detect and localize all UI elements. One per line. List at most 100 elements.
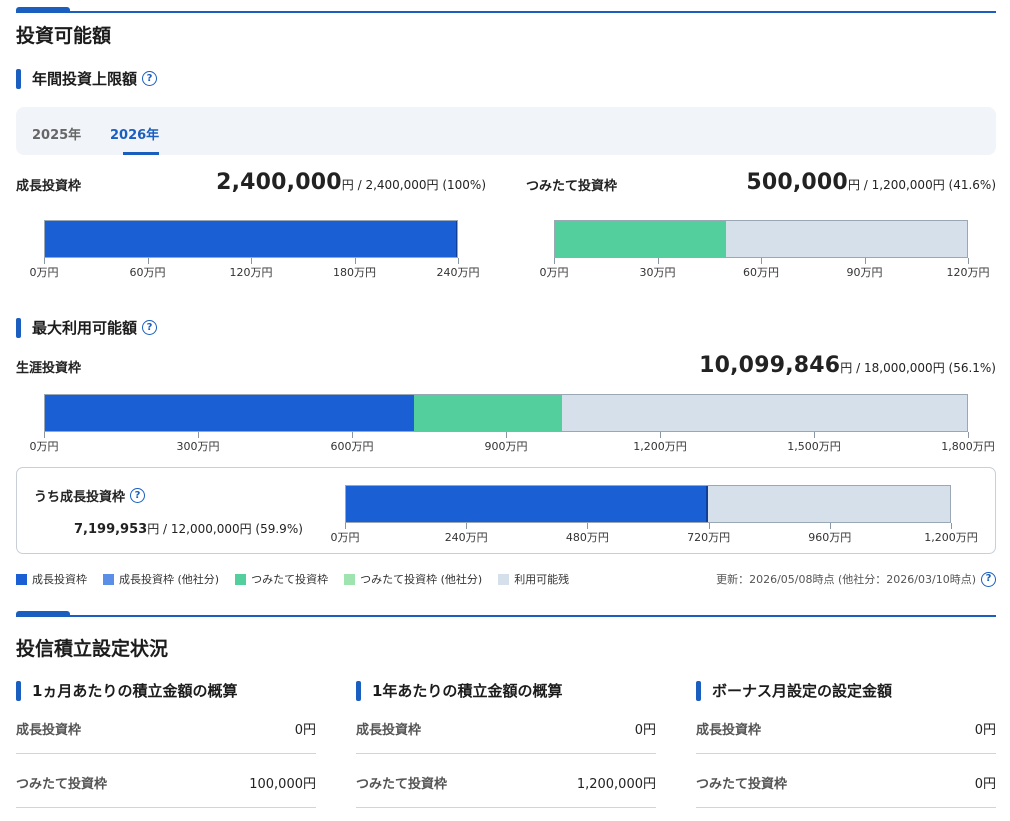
legend-swatch: [235, 573, 247, 585]
heading-accent-bar: [16, 680, 21, 701]
settings-row-value: 0円: [974, 777, 996, 792]
growth-sub-used-unit: 円: [147, 522, 160, 536]
row-divider: [696, 753, 996, 754]
heading-accent-bar: [16, 317, 21, 338]
tab-2026[interactable]: 2026年: [110, 124, 159, 143]
lifetime-gauge: [44, 394, 968, 432]
settings-row-value: 0円: [634, 723, 656, 738]
section-title-settings: 投信積立設定状況: [16, 638, 169, 660]
legend-label: 利用可能残: [514, 573, 570, 586]
legend-label: つみたて投資枠: [251, 573, 329, 586]
tsumitate-used-unit: 円: [847, 178, 860, 192]
tick-label: 0万円: [539, 266, 569, 279]
heading-accent-bar: [696, 680, 701, 701]
tick-label: 0万円: [29, 440, 59, 453]
max-usable-heading: 最大利用可能額 ?: [16, 317, 158, 338]
gauge-legend: 成長投資枠 成長投資枠 (他社分) つみたて投資枠 つみたて投資枠 (他社分) 利用可能…: [16, 571, 585, 587]
gauge-used-growth: [345, 485, 708, 523]
settings-card-heading: ボーナス月設定の設定金額: [696, 680, 892, 701]
tick-label: 60万円: [743, 266, 779, 279]
tick-label: 1,800万円: [941, 440, 995, 453]
help-icon[interactable]: ?: [142, 320, 158, 335]
legend-item: つみたて投資枠 (他社分): [344, 571, 482, 587]
tick-label: 600万円: [330, 440, 374, 453]
tsumitate-annual-gauge: [554, 220, 968, 258]
gauge-used-growth: [44, 394, 414, 432]
active-tab-underline: [123, 152, 159, 155]
lifetime-frame-amount: 10,099,846円 / 18,000,000円 (56.1%): [699, 353, 996, 378]
year-tabs: 2025年 2026年: [16, 107, 996, 155]
tsumitate-frame-label: つみたて投資枠: [526, 179, 618, 194]
growth-used-unit: 円: [341, 178, 354, 192]
legend-swatch: [16, 573, 27, 585]
lifetime-used-unit: 円: [840, 361, 853, 375]
settings-row-value: 0円: [974, 723, 996, 738]
tick-label: 240万円: [444, 531, 488, 544]
legend-item: 成長投資枠: [16, 571, 87, 587]
tsumitate-used-amount: 500,000: [746, 170, 848, 195]
tick-label: 1,200万円: [924, 531, 978, 544]
row-divider: [16, 753, 316, 754]
legend-swatch: [103, 573, 114, 585]
growth-annual-gauge: [44, 220, 458, 258]
legend-swatch: [498, 573, 510, 585]
max-usable-title: 最大利用可能額: [32, 319, 138, 337]
row-divider: [356, 807, 656, 808]
heading-accent-bar: [356, 680, 361, 701]
growth-sub-gauge: [345, 485, 951, 523]
legend-swatch: [344, 573, 356, 585]
section-rule: [16, 615, 996, 617]
annual-limit-heading: 年間投資上限額 ?: [16, 68, 158, 89]
row-divider: [696, 807, 996, 808]
row-divider: [16, 807, 316, 808]
heading-accent-bar: [16, 68, 21, 89]
annual-limit-title: 年間投資上限額: [32, 70, 138, 88]
update-text: 更新：2026/05/08時点 (他社分：2026/03/10時点): [716, 573, 976, 586]
growth-sub-amount: 7,199,953円 / 12,000,000円 (59.9%): [74, 520, 303, 537]
tick-label: 120万円: [229, 266, 273, 279]
legend-label: 成長投資枠 (他社分): [119, 573, 220, 586]
legend-label: つみたて投資枠 (他社分): [360, 573, 483, 586]
tick-label: 180万円: [333, 266, 376, 279]
tick-label: 90万円: [846, 266, 883, 279]
tick-label: 30万円: [639, 266, 676, 279]
legend-item: つみたて投資枠: [235, 571, 328, 587]
gauge-used-growth: [44, 220, 458, 258]
growth-sub-used-amount: 7,199,953: [74, 522, 148, 537]
help-icon[interactable]: ?: [142, 71, 158, 86]
legend-label: 成長投資枠: [32, 573, 87, 586]
help-icon[interactable]: ?: [981, 571, 996, 587]
growth-sub-heading: うち成長投資枠 ?: [34, 486, 146, 505]
growth-limit-detail: / 2,400,000円 (100%): [353, 178, 486, 192]
tick-label: 0万円: [29, 266, 59, 279]
growth-frame-amount: 2,400,000円 / 2,400,000円 (100%): [216, 170, 486, 195]
lifetime-limit-detail: / 18,000,000円 (56.1%): [852, 361, 996, 375]
tick-label: 480万円: [565, 531, 609, 544]
growth-sub-label: うち成長投資枠: [34, 490, 126, 505]
tick-label: 0万円: [330, 531, 360, 544]
tick-label: 720万円: [687, 531, 731, 544]
help-icon[interactable]: ?: [130, 488, 146, 503]
settings-row-value: 1,200,000円: [576, 777, 656, 792]
tick-label: 960万円: [808, 531, 852, 544]
settings-card-title: 1ヵ月あたりの積立金額の概算: [32, 682, 238, 700]
row-divider: [356, 753, 656, 754]
settings-card-heading: 1年あたりの積立金額の概算: [356, 680, 562, 701]
legend-item: 成長投資枠 (他社分): [103, 571, 219, 587]
settings-card-title: 1年あたりの積立金額の概算: [372, 682, 563, 700]
lifetime-used-amount: 10,099,846: [699, 353, 841, 378]
tab-2025[interactable]: 2025年: [32, 124, 81, 143]
gauge-used-tsumitate: [413, 394, 563, 432]
tick-label: 300万円: [176, 440, 220, 453]
settings-row-value: 0円: [294, 723, 316, 738]
growth-sub-limit-detail: / 12,000,000円 (59.9%): [159, 522, 303, 536]
growth-frame-label: 成長投資枠: [16, 179, 82, 194]
tick-label: 900万円: [484, 440, 528, 453]
settings-card-heading: 1ヵ月あたりの積立金額の概算: [16, 680, 237, 701]
settings-card-title: ボーナス月設定の設定金額: [712, 682, 893, 700]
tsumitate-limit-detail: / 1,200,000円 (41.6%): [859, 178, 996, 192]
tick-label: 1,500万円: [787, 440, 841, 453]
tick-label: 120万円: [946, 266, 990, 279]
update-info: 更新：2026/05/08時点 (他社分：2026/03/10時点) ?: [716, 571, 996, 587]
tick-label: 240万円: [436, 266, 480, 279]
